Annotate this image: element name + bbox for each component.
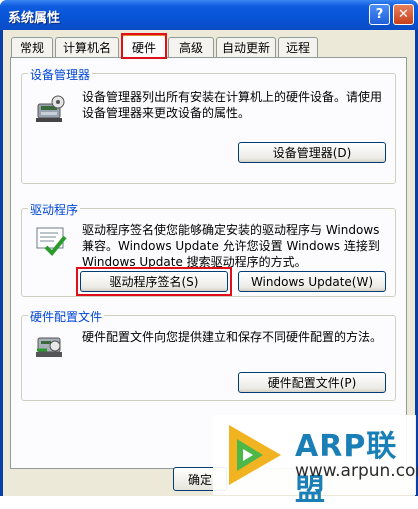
help-button[interactable]: ? [369, 4, 390, 25]
tab-computer-name[interactable]: 计算机名 [55, 37, 119, 57]
drivers-description: 驱动程序签名使您能够确定安装的驱动程序与 Windows 兼容。Windows … [82, 223, 380, 269]
hardware-panel: 设备管理器 设备管理器列出所有安装在计算机上的硬件设备。请使用设备管理器来更改设… [10, 57, 407, 469]
system-properties-window: 系统属性 ? ✕ 常规 计算机名 硬件 高级 自动更新 远程 设备管理器 设备管… [0, 0, 418, 508]
tab-label: 自动更新 [221, 41, 270, 55]
device-manager-button[interactable]: 设备管理器(D) [238, 142, 386, 163]
arp-logo-icon [229, 425, 281, 485]
device-manager-button-label: 设备管理器(D) [272, 146, 352, 160]
tab-label: 远程 [285, 41, 310, 55]
close-button[interactable]: ✕ [393, 4, 414, 25]
title-bar[interactable]: 系统属性 ? ✕ [0, 0, 418, 30]
drivers-group: 驱动程序 驱动程序签名使您能够确定安装的驱动程序与 Windows 兼容。Win… [21, 201, 396, 297]
driver-signing-highlight [76, 267, 232, 296]
device-manager-description: 设备管理器列出所有安装在计算机上的硬件设备。请使用设备管理器来更改设备的属性。 [82, 90, 383, 120]
driver-signing-icon [36, 227, 67, 256]
tab-general[interactable]: 常规 [11, 37, 53, 57]
hardware-profiles-button[interactable]: 硬件配置文件(P) [238, 372, 386, 393]
tab-automatic-updates[interactable]: 自动更新 [216, 37, 276, 57]
hardware-profiles-group: 硬件配置文件 硬件配置文件向您提供建立和保存不同硬件配置的方法。 硬件配置文件(… [21, 308, 396, 401]
drivers-group-label: 驱动程序 [28, 201, 81, 218]
hardware-profiles-icon [36, 337, 62, 357]
tab-label: 常规 [19, 41, 44, 55]
hardware-profiles-group-label: 硬件配置文件 [28, 308, 105, 325]
device-manager-icon [36, 95, 65, 122]
hardware-profiles-button-label: 硬件配置文件(P) [267, 376, 357, 390]
tab-label: 计算机名 [62, 41, 111, 55]
hardware-profiles-description: 硬件配置文件向您提供建立和保存不同硬件配置的方法。 [82, 330, 383, 344]
close-icon: ✕ [398, 7, 409, 22]
ok-button-label: 确定 [187, 472, 212, 487]
windows-update-button-label: Windows Update(W) [250, 274, 374, 289]
hardware-tab-highlight [121, 33, 167, 59]
watermark-url: www.arpun.com [295, 461, 418, 481]
tab-label: 高级 [178, 41, 203, 55]
tab-remote[interactable]: 远程 [278, 37, 318, 57]
device-manager-group: 设备管理器 设备管理器列出所有安装在计算机上的硬件设备。请使用设备管理器来更改设… [21, 66, 396, 184]
question-icon: ? [375, 7, 384, 22]
device-manager-group-label: 设备管理器 [28, 66, 93, 83]
windows-update-button[interactable]: Windows Update(W) [238, 271, 386, 292]
tab-advanced[interactable]: 高级 [168, 37, 214, 57]
window-title: 系统属性 [8, 11, 61, 26]
arp-watermark: ARP联盟 www.arpun.com [213, 415, 418, 508]
